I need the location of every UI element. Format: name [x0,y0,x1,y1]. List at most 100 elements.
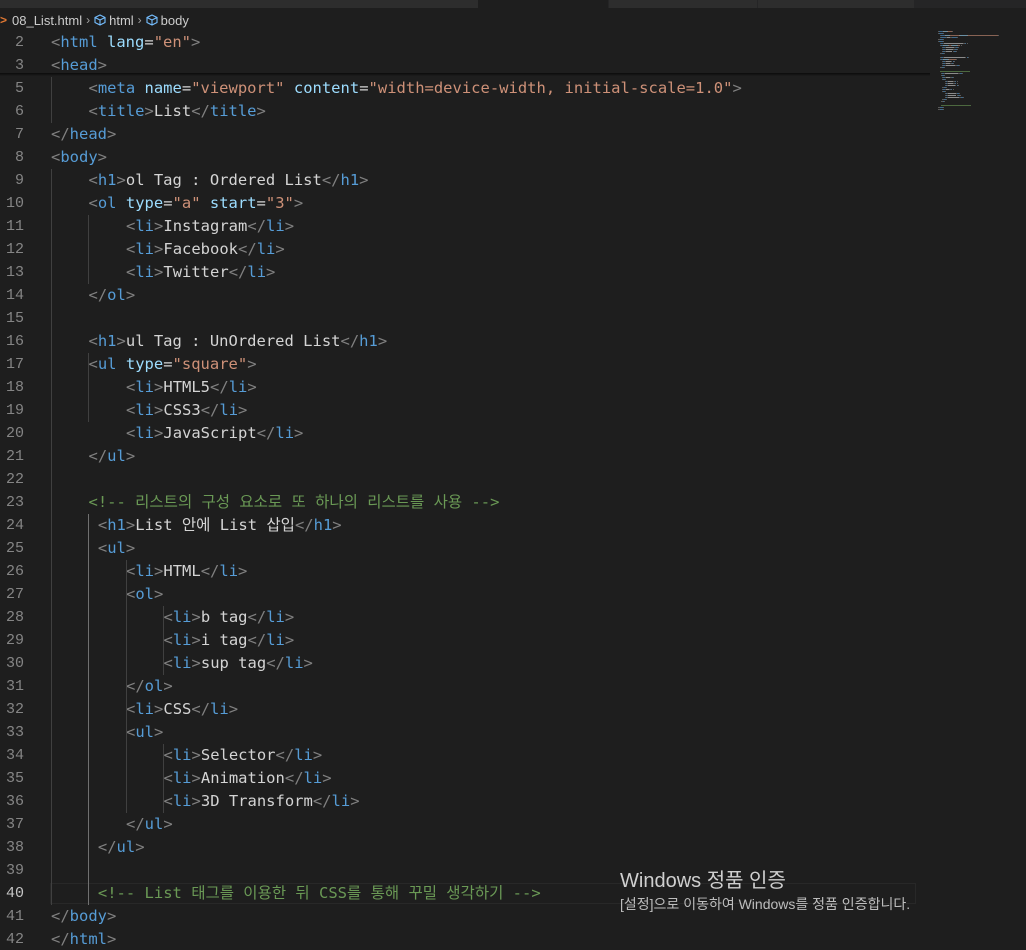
code-line[interactable]: 22 [0,468,930,491]
code-line[interactable]: 2 <html lang="en"> [0,31,930,54]
code-text: <li>CSS3</li> [126,399,247,422]
code-token: > [107,907,117,925]
code-text: <ol> [126,583,163,606]
minimap-token [943,39,945,40]
code-token: > [247,355,257,373]
minimap-token [944,101,946,102]
code-token: </ [200,401,220,419]
code-line[interactable]: 20 <li>JavaScript</li> [0,422,930,445]
code-text: <ul> [98,537,135,560]
code-token: "viewport" [191,79,285,97]
line-number: 21 [5,448,24,465]
code-line[interactable]: 28 <li>b tag</li> [0,606,930,629]
code-line[interactable]: 9 <h1>ol Tag : Ordered List</h1> [0,169,930,192]
code-text: <li>Instagram</li> [126,215,294,238]
code-token: > [377,332,388,350]
code-token: > [238,401,248,419]
tab[interactable] [758,0,914,8]
code-token: "width=device-width, initial-scale=1.0" [368,79,733,97]
code-line[interactable]: 18 <li>HTML5</li> [0,376,930,399]
code-token: </ [321,171,341,189]
code-token: > [191,769,201,787]
code-line[interactable]: 10 <ol type="a" start="3"> [0,192,930,215]
code-line[interactable]: 35 <li>Animation</li> [0,767,930,790]
code-line[interactable]: 14 </ol> [0,284,930,307]
minimap[interactable] [934,31,1014,121]
code-line[interactable]: 30 <li>sup tag</li> [0,652,930,675]
html-file-icon: > [0,13,8,27]
line-number: 16 [5,333,24,350]
code-token: > [191,746,201,764]
code-line[interactable]: 16 <h1>ul Tag : UnOrdered List</h1> [0,330,930,353]
code-text: <li>JavaScript</li> [126,422,303,445]
code-line[interactable]: 42 </html> [0,928,930,950]
minimap-token [961,73,963,74]
line-number: 30 [5,655,24,672]
code-token: > [275,240,285,258]
code-line[interactable]: 8 <body> [0,146,930,169]
minimap-token [967,35,998,36]
code-editor[interactable]: 2 <html lang="en"> 3 <head> 5 <meta name="vie… [0,31,930,950]
code-line[interactable]: 6 <title>List</title> [0,100,930,123]
code-line[interactable]: 7 </head> [0,123,930,146]
code-text: <body> [51,146,107,169]
code-token: </ [247,217,267,235]
line-number: 39 [5,862,24,879]
code-token: </ [210,378,229,396]
code-line[interactable]: 37 </ul> [0,813,930,836]
line-number: 37 [5,816,24,833]
breadcrumb-file[interactable]: > 08_List.html [0,13,82,28]
element-cube-icon [146,14,158,26]
code-token: > [284,631,295,649]
code-token: ul [144,815,164,833]
breadcrumb-item-html[interactable]: html [94,13,134,28]
minimap-token [950,35,960,36]
code-line[interactable]: 5 <meta name="viewport" content="width=de… [0,77,930,100]
code-line[interactable]: 38 </ul> [0,836,930,859]
code-line[interactable]: 12 <li>Facebook</li> [0,238,930,261]
code-token: li [331,792,351,810]
code-line[interactable]: 19 <li>CSS3</li> [0,399,930,422]
minimap-token [943,109,945,110]
code-token: > [154,700,164,718]
code-line[interactable]: 32 <li>CSS</li> [0,698,930,721]
breadcrumb-item-body[interactable]: body [146,13,189,28]
code-line[interactable]: 15 [0,307,930,330]
code-token: > [322,769,332,787]
code-line[interactable]: 34 <li>Selector</li> [0,744,930,767]
code-token: < [88,171,98,189]
code-line[interactable]: 13 <li>Twitter</li> [0,261,930,284]
tab-active[interactable] [478,0,608,8]
code-line[interactable]: 21 </ul> [0,445,930,468]
minimap-token [958,85,960,86]
tab[interactable] [609,0,757,8]
minimap-token [940,71,971,72]
code-line[interactable]: 31 </ol> [0,675,930,698]
code-token: > [154,562,164,580]
code-line[interactable]: 29 <li>i tag</li> [0,629,930,652]
code-line[interactable]: 36 <li>3D Transform</li> [0,790,930,813]
minimap-token [943,107,945,108]
code-token: li [266,608,285,626]
code-line[interactable]: 26 <li>HTML</li> [0,560,930,583]
tab[interactable] [0,0,478,8]
code-line[interactable]: 25 <ul> [0,537,930,560]
code-token: li [172,631,192,649]
chevron-right-icon: › [86,13,91,27]
sticky-scroll-shadow [0,73,930,76]
code-token: = [181,79,192,97]
line-number: 19 [5,402,24,419]
code-token: > [154,585,164,603]
code-line[interactable]: 27 <ol> [0,583,930,606]
code-token: h1 [313,516,333,534]
code-token: < [51,33,61,51]
code-line[interactable]: 11 <li>Instagram</li> [0,215,930,238]
code-token: > [312,746,323,764]
code-line[interactable]: 24 <h1>List 안에 List 삽입</h1> [0,514,930,537]
code-line[interactable]: 17 <ul type="square"> [0,353,930,376]
minimap-token [956,81,958,82]
code-line[interactable]: 23 <!-- 리스트의 구성 요소로 또 하나의 리스트를 사용 --> [0,491,930,514]
minimap-token [951,31,953,32]
code-line[interactable]: 33 <ul> [0,721,930,744]
